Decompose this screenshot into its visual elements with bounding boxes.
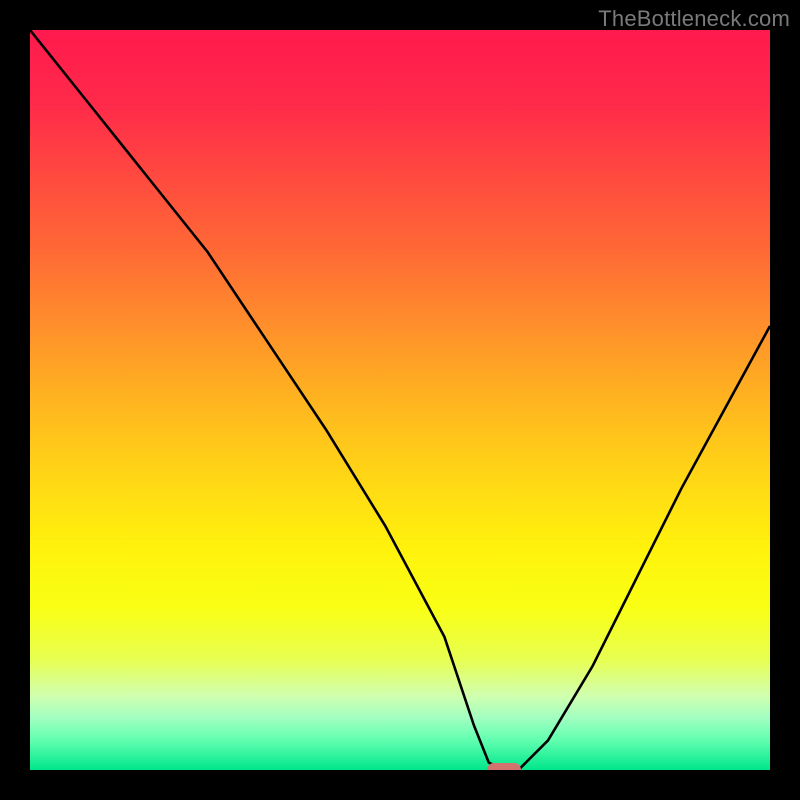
optimal-marker: [487, 763, 521, 770]
bottleneck-curve: [30, 30, 770, 770]
bottleneck-plot: [30, 30, 770, 770]
watermark-text: TheBottleneck.com: [598, 6, 790, 32]
